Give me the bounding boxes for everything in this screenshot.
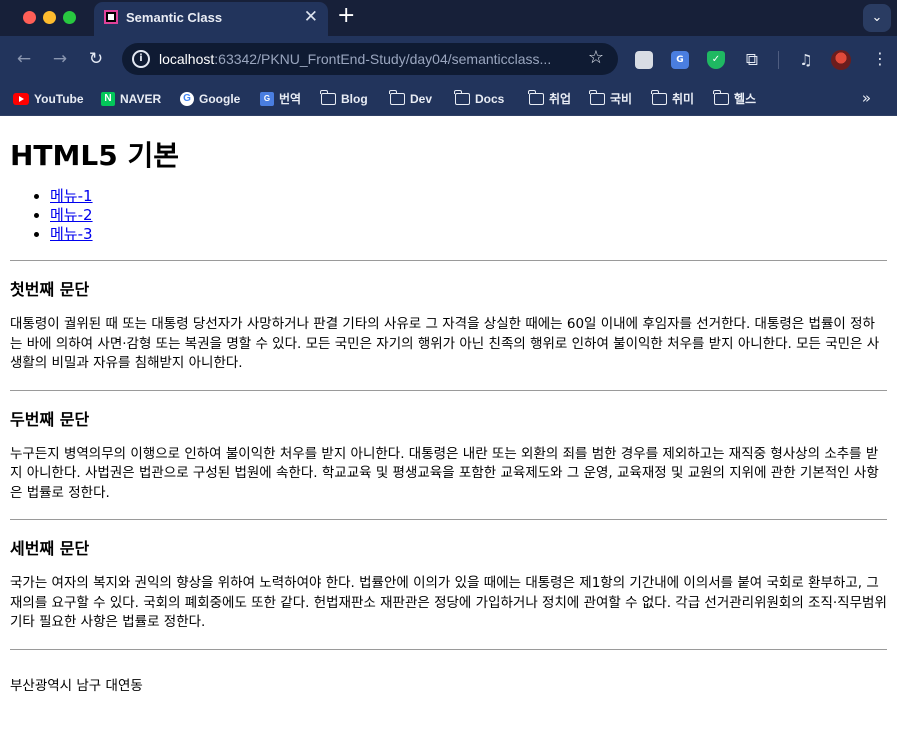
url-path: :63342/PKNU_FrontEnd-Study/day04/semanti… [214, 51, 552, 67]
bookmark-label: 번역 [279, 92, 302, 106]
section-heading: 두번째 문단 [10, 409, 90, 429]
google-icon: G [180, 91, 194, 106]
translate-extension-icon[interactable]: G [671, 51, 689, 69]
folder-icon [389, 89, 405, 105]
nav-link-3[interactable]: 메뉴-3 [50, 225, 93, 243]
media-control-icon[interactable]: ♫ [797, 51, 815, 69]
profile-avatar[interactable] [831, 50, 851, 70]
bookmark-google[interactable]: G Google [180, 90, 240, 108]
page-header: HTML5 기본 [10, 139, 887, 173]
bookmark-folder-health[interactable]: 헬스 [713, 89, 757, 108]
address-bar[interactable]: i localhost:63342/PKNU_FrontEnd-Study/da… [122, 43, 618, 75]
bookmark-folder-job[interactable]: 취업 [528, 89, 572, 108]
bookmark-label: NAVER [120, 92, 162, 106]
forward-button[interactable]: → [48, 47, 72, 71]
window-minimize-button[interactable] [43, 11, 56, 24]
section-text: 국가는 여자의 복지와 권익의 향상을 위하여 노력하여야 한다. 법률안에 이… [10, 575, 887, 630]
toolbar-divider [778, 51, 779, 69]
bookmark-folder-dev[interactable]: Dev [389, 89, 433, 108]
folder-icon [454, 89, 470, 105]
nav-link-1[interactable]: 메뉴-1 [50, 187, 93, 205]
back-button[interactable]: ← [12, 47, 36, 71]
tab-close-icon[interactable]: ✕ [304, 7, 318, 27]
folder-icon [589, 89, 605, 105]
nav-item: 메뉴-1 [50, 187, 887, 206]
bookmark-label: 취업 [549, 92, 572, 106]
bookmark-label: YouTube [34, 92, 84, 106]
tab-title: Semantic Class [126, 10, 223, 25]
bookmark-label: Dev [410, 92, 433, 106]
folder-icon [651, 89, 667, 105]
section-text: 누구든지 병역의무의 이행으로 인하여 불이익한 처우를 받지 아니한다. 대통… [10, 445, 879, 501]
window-close-button[interactable] [23, 11, 36, 24]
divider [10, 519, 887, 520]
section-heading: 첫번째 문단 [10, 280, 90, 299]
bookmark-translate[interactable]: G 번역 [260, 90, 301, 108]
naver-icon: N [101, 91, 115, 106]
folder-icon [528, 89, 544, 105]
photos-extension-icon[interactable] [635, 51, 653, 69]
youtube-icon [13, 92, 29, 105]
section-heading: 세번째 문단 [10, 539, 90, 558]
page-title: HTML5 기본 [10, 139, 179, 172]
reload-button[interactable]: ↻ [84, 47, 108, 71]
nav-item: 메뉴-3 [50, 225, 887, 244]
bookmark-folder-gukbi[interactable]: 국비 [589, 89, 633, 108]
intellij-favicon-icon [104, 10, 118, 24]
bookmark-folder-docs[interactable]: Docs [454, 89, 505, 108]
bookmark-star-icon[interactable]: ☆ [588, 48, 604, 68]
section-3: 세번째 문단 국가는 여자의 복지와 권익의 향상을 위하여 노력하여야 한다.… [10, 539, 887, 633]
bookmarks-bar: YouTube N NAVER G Google G 번역 Blog Dev Docs… [0, 82, 897, 116]
footer-address: 부산광역시 남구 대연동 [10, 677, 143, 694]
bookmark-folder-blog[interactable]: Blog [320, 89, 368, 108]
bookmark-label: Docs [475, 92, 505, 106]
page-footer: 부산광역시 남구 대연동 [10, 677, 887, 697]
nav-list: 메뉴-1 메뉴-2 메뉴-3 [10, 187, 887, 244]
bookmark-label: 헬스 [734, 92, 757, 106]
divider [10, 260, 887, 261]
site-info-icon[interactable]: i [132, 50, 150, 68]
bookmark-naver[interactable]: N NAVER [101, 90, 161, 108]
new-tab-button[interactable]: + [337, 4, 355, 28]
url-text[interactable]: localhost:63342/PKNU_FrontEnd-Study/day0… [159, 51, 551, 67]
browser-tab-active[interactable]: Semantic Class ✕ [94, 2, 328, 36]
tab-search-button[interactable]: ⌄ [863, 4, 891, 32]
bookmark-folder-hobby[interactable]: 취미 [651, 89, 695, 108]
url-host: localhost [159, 51, 215, 67]
shield-extension-icon[interactable]: ✓ [707, 51, 725, 69]
page-viewport: HTML5 기본 메뉴-1 메뉴-2 메뉴-3 첫번째 문단 대통령이 궐위된 … [0, 117, 897, 732]
browser-toolbar: ← → ↻ i localhost:63342/PKNU_FrontEnd-St… [0, 36, 897, 82]
bookmark-label: Blog [341, 92, 368, 106]
bookmarks-overflow-icon[interactable]: » [862, 88, 871, 108]
folder-icon [320, 89, 336, 105]
section-1: 첫번째 문단 대통령이 궐위된 때 또는 대통령 당선자가 사망하거나 판결 기… [10, 280, 887, 374]
folder-icon [713, 89, 729, 105]
page-nav: 메뉴-1 메뉴-2 메뉴-3 [10, 187, 887, 244]
translate-icon: G [260, 91, 274, 106]
bookmark-youtube[interactable]: YouTube [13, 90, 84, 108]
bookmark-label: Google [199, 92, 241, 106]
bookmark-label: 취미 [672, 92, 695, 106]
divider [10, 389, 887, 391]
nav-link-2[interactable]: 메뉴-2 [50, 206, 93, 224]
window-zoom-button[interactable] [63, 11, 76, 24]
extensions-puzzle-icon[interactable]: ⧉ [743, 51, 761, 69]
section-2: 두번째 문단 누구든지 병역의무의 이행으로 인하여 불이익한 처우를 받지 아… [10, 410, 887, 504]
section-text: 대통령이 궐위된 때 또는 대통령 당선자가 사망하거나 판결 기타의 사유로 … [10, 316, 880, 371]
browser-menu-icon[interactable]: ⋮ [872, 49, 888, 69]
bookmark-label: 국비 [610, 92, 633, 106]
nav-item: 메뉴-2 [50, 206, 887, 225]
divider [10, 648, 887, 650]
browser-titlebar: Semantic Class ✕ + ⌄ [0, 0, 897, 36]
